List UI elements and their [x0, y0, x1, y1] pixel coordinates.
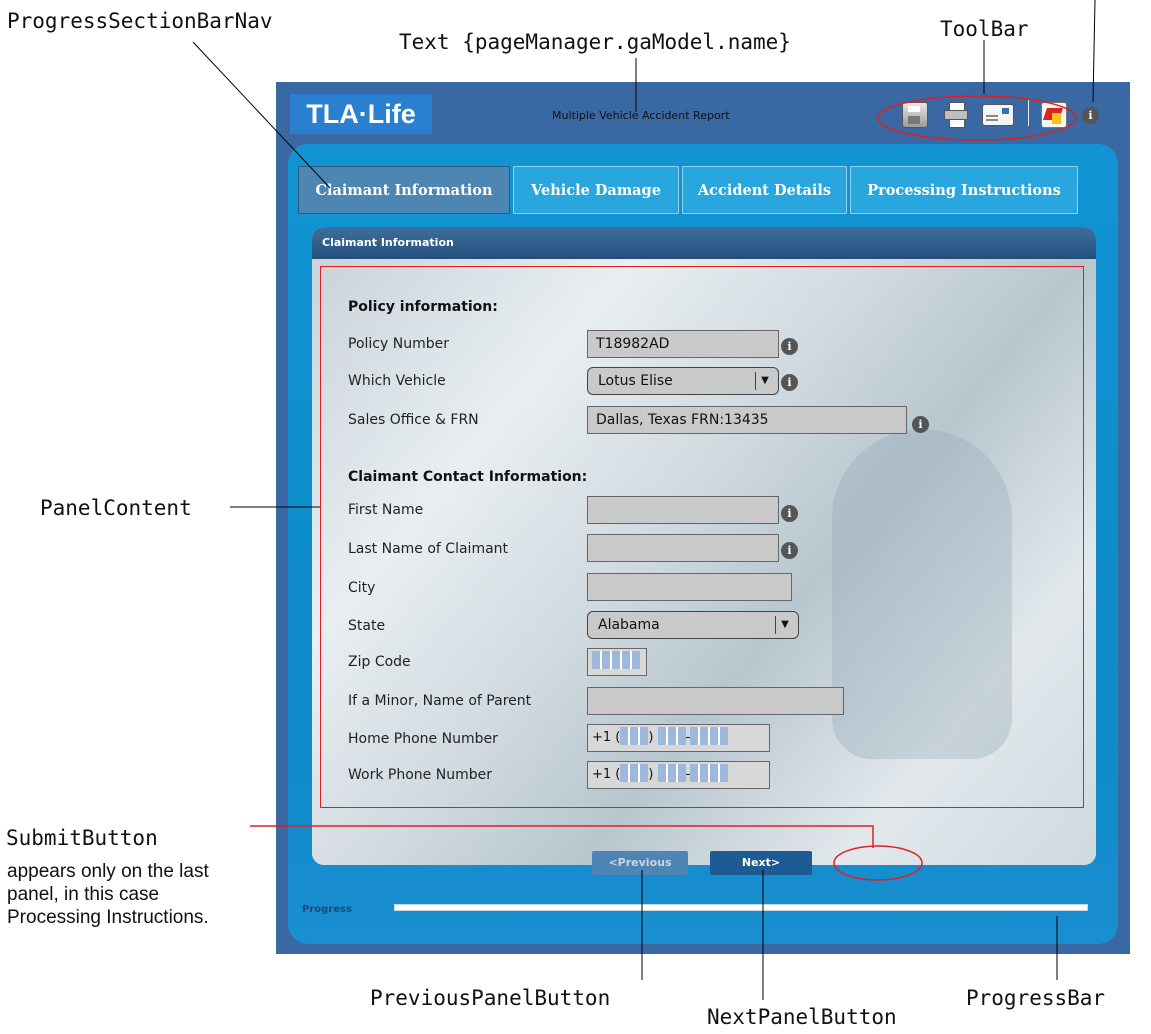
which-vehicle-select[interactable]: Lotus Elise ▼	[587, 367, 779, 395]
contact-section-heading: Claimant Contact Information:	[348, 469, 588, 485]
brand-logo: TLA·Life	[290, 94, 432, 134]
help-info-icon[interactable]: i	[1082, 107, 1099, 124]
callout-progress-bar: ProgressBar	[966, 986, 1106, 1010]
home-phone-line-cells[interactable]	[690, 727, 729, 745]
home-phone-exchange-cells[interactable]	[657, 727, 686, 745]
city-field[interactable]	[587, 573, 792, 601]
home-phone-label: Home Phone Number	[348, 731, 498, 747]
policy-section-heading: Policy information:	[348, 299, 498, 315]
previous-panel-button[interactable]: <Previous	[592, 851, 688, 875]
zip-code-field[interactable]	[587, 648, 647, 676]
sales-office-info-icon[interactable]: i	[912, 416, 929, 433]
callout-text-binding: Text {pageManager.gaModel.name}	[399, 30, 791, 54]
policy-number-info-icon[interactable]: i	[781, 338, 798, 355]
tab-processing-instructions[interactable]: Processing Instructions	[850, 166, 1078, 214]
first-name-info-icon[interactable]: i	[781, 505, 798, 522]
toolbar-separator	[1028, 100, 1029, 126]
next-panel-button[interactable]: Next>	[710, 851, 812, 875]
policy-number-label: Policy Number	[348, 336, 449, 352]
callout-toolbar: ToolBar	[940, 17, 1029, 41]
state-select[interactable]: Alabama ▼	[587, 611, 799, 639]
progress-section-bar-nav: Claimant Information Vehicle Damage Acci…	[298, 166, 1102, 214]
last-name-info-icon[interactable]: i	[781, 542, 798, 559]
work-phone-prefix: +1	[592, 767, 612, 782]
tab-vehicle-damage[interactable]: Vehicle Damage	[513, 166, 679, 214]
first-name-label: First Name	[348, 502, 424, 518]
chevron-down-icon[interactable]: ▼	[755, 372, 774, 390]
zip-code-label: Zip Code	[348, 654, 411, 670]
email-icon[interactable]	[982, 104, 1014, 126]
home-phone-prefix: +1	[592, 730, 612, 745]
sales-office-field[interactable]: Dallas, Texas FRN:13435	[587, 406, 907, 434]
parent-name-field[interactable]	[587, 687, 844, 715]
which-vehicle-label: Which Vehicle	[348, 373, 446, 389]
print-icon[interactable]	[944, 102, 968, 128]
sales-office-label: Sales Office & FRN	[348, 412, 479, 428]
callout-submit-note: appears only on the last panel, in this …	[7, 861, 209, 928]
progress-label: Progress	[302, 904, 352, 915]
zip-code-digit-cells[interactable]	[592, 651, 640, 669]
home-phone-area-cells[interactable]	[620, 727, 649, 745]
work-phone-area-cells[interactable]	[620, 764, 649, 782]
state-value: Alabama	[598, 617, 660, 633]
callout-next-button: NextPanelButton	[707, 1005, 897, 1029]
work-phone-exchange-cells[interactable]	[657, 764, 686, 782]
form-title: Multiple Vehicle Accident Report	[552, 109, 730, 122]
tab-accident-details[interactable]: Accident Details	[682, 166, 847, 214]
work-phone-field[interactable]: +1 () -	[587, 761, 770, 789]
callout-submit-button: SubmitButton	[6, 826, 158, 850]
callout-previous-button: PreviousPanelButton	[370, 986, 611, 1010]
work-phone-line-cells[interactable]	[690, 764, 729, 782]
last-name-label: Last Name of Claimant	[348, 541, 509, 557]
save-icon[interactable]	[902, 102, 928, 128]
policy-number-field[interactable]: T18982AD	[587, 330, 779, 358]
tab-claimant-information[interactable]: Claimant Information	[298, 166, 510, 214]
city-label: City	[348, 580, 376, 596]
which-vehicle-value: Lotus Elise	[598, 373, 673, 389]
work-phone-label: Work Phone Number	[348, 767, 492, 783]
panel-header: Claimant Information	[312, 227, 1096, 259]
first-name-field[interactable]	[587, 496, 779, 524]
chevron-down-icon[interactable]: ▼	[775, 616, 794, 634]
callout-progress-nav: ProgressSectionBarNav	[7, 9, 273, 33]
which-vehicle-info-icon[interactable]: i	[781, 374, 798, 391]
progress-bar	[394, 904, 1088, 911]
home-phone-field[interactable]: +1 () -	[587, 724, 770, 752]
last-name-field[interactable]	[587, 534, 779, 562]
state-label: State	[348, 618, 386, 634]
pdf-icon[interactable]	[1041, 102, 1067, 128]
parent-name-label: If a Minor, Name of Parent	[348, 693, 532, 709]
callout-panel-content: PanelContent	[40, 496, 192, 520]
